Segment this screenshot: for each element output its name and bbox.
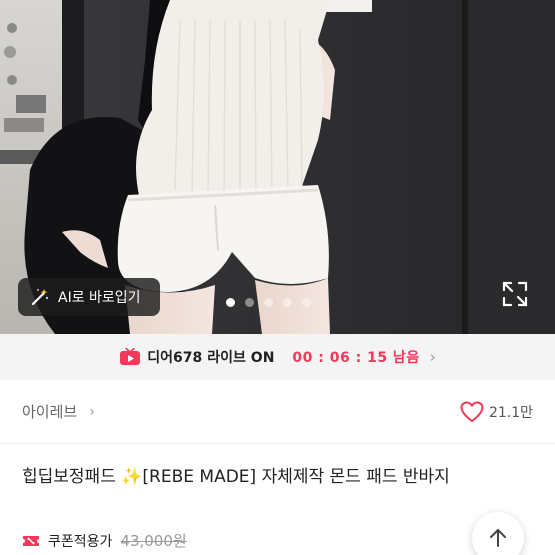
carousel-indicator	[226, 298, 311, 307]
live-countdown: 00 : 06 : 15 남음	[292, 350, 420, 366]
live-status: 라이브 ON	[207, 350, 275, 366]
scroll-to-top-button[interactable]	[472, 512, 524, 555]
ai-try-on-label: AI로 바로입기	[58, 290, 141, 306]
arrow-up-icon	[490, 529, 506, 547]
live-tv-icon	[120, 348, 141, 365]
price-row: 쿠폰적용가 43,000원	[22, 530, 187, 551]
coupon-price-label: 쿠폰적용가	[48, 533, 113, 550]
carousel-dot[interactable]	[264, 298, 273, 307]
like-count: 21.1만	[488, 404, 533, 421]
product-title: 힙딥보정패드 ✨[REBE MADE] 자체제작 몬드 패드 반바지	[22, 467, 450, 487]
carousel-dot[interactable]	[283, 298, 292, 307]
carousel-dot[interactable]	[302, 298, 311, 307]
shop-name-link[interactable]: 아이레브	[22, 401, 77, 422]
product-image-carousel[interactable]: AI로 바로입기	[0, 0, 555, 334]
magic-wand-icon	[31, 289, 49, 306]
carousel-dot[interactable]	[226, 298, 235, 307]
ai-try-on-button[interactable]: AI로 바로입기	[18, 278, 160, 316]
like-button[interactable]: 21.1만	[460, 400, 533, 423]
carousel-dot[interactable]	[245, 298, 254, 307]
chevron-right-icon: ›	[89, 403, 95, 420]
coupon-icon	[23, 535, 39, 546]
chevron-right-icon: ›	[429, 348, 436, 366]
fullscreen-expand-icon[interactable]	[502, 281, 528, 307]
original-price: 43,000원	[120, 532, 187, 550]
live-store-name: 디어678	[147, 350, 203, 366]
live-broadcast-banner[interactable]: 디어678 라이브 ON 00 : 06 : 15 남음 ›	[0, 334, 555, 380]
heart-icon	[460, 400, 484, 422]
shop-row: 아이레브 › 21.1만	[0, 380, 555, 444]
